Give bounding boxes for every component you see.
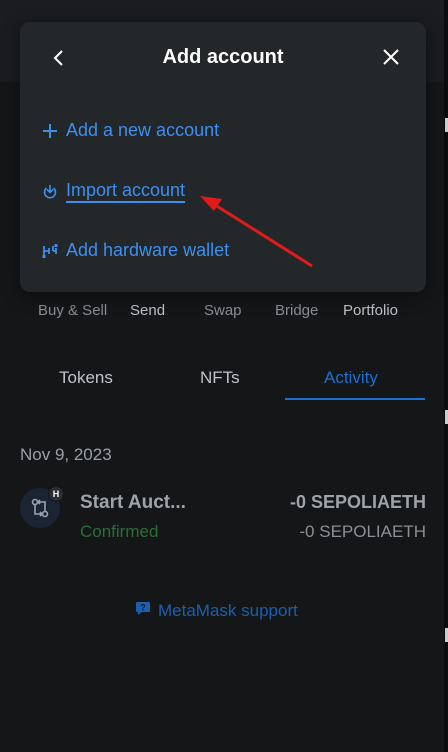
add-hardware-wallet-option[interactable]: Add hardware wallet bbox=[40, 240, 229, 261]
swap-label: Swap bbox=[204, 302, 242, 319]
close-icon bbox=[383, 49, 399, 65]
close-button[interactable] bbox=[378, 44, 404, 70]
send-button[interactable]: Send bbox=[129, 272, 166, 319]
svg-text:?: ? bbox=[140, 603, 146, 613]
hardware-wallet-icon bbox=[40, 241, 60, 261]
transaction-status: Confirmed bbox=[80, 522, 159, 541]
tab-tokens[interactable]: Tokens bbox=[59, 368, 113, 388]
tab-activity[interactable]: Activity bbox=[324, 368, 378, 388]
portfolio-button[interactable]: Portfolio bbox=[343, 272, 399, 319]
transaction-title: Start Auct... bbox=[80, 492, 186, 513]
add-account-modal: Add account Add a new account Import acc… bbox=[20, 22, 426, 292]
portfolio-label: Portfolio bbox=[343, 302, 399, 319]
bridge-label: Bridge bbox=[275, 302, 319, 319]
swap-button[interactable]: Swap bbox=[204, 272, 242, 319]
tab-nfts[interactable]: NFTs bbox=[200, 368, 240, 388]
plus-icon bbox=[40, 121, 60, 141]
wallet-page: Buy & Sell Send Swap Bridge Portfolio To… bbox=[0, 0, 448, 752]
import-icon bbox=[40, 181, 60, 201]
buy-sell-button[interactable]: Buy & Sell bbox=[38, 272, 108, 319]
activity-date: Nov 9, 2023 bbox=[20, 445, 112, 464]
modal-title: Add account bbox=[162, 46, 284, 68]
buy-sell-label: Buy & Sell bbox=[38, 302, 108, 319]
transaction-fiat-amount: -0 SEPOLIAETH bbox=[299, 522, 426, 541]
metamask-support-link[interactable]: ? MetaMask support bbox=[134, 599, 298, 622]
add-new-account-option[interactable]: Add a new account bbox=[40, 120, 219, 141]
import-account-label: Import account bbox=[66, 180, 186, 200]
network-badge: H bbox=[48, 486, 64, 502]
support-label: MetaMask support bbox=[158, 600, 298, 620]
support-chat-icon: ? bbox=[134, 599, 152, 622]
add-hardware-wallet-label: Add hardware wallet bbox=[66, 240, 230, 260]
import-account-option[interactable]: Import account bbox=[40, 180, 185, 201]
send-label: Send bbox=[130, 302, 166, 319]
transaction-amount: -0 SEPOLIAETH bbox=[289, 492, 426, 512]
bridge-button[interactable]: Bridge bbox=[275, 272, 319, 319]
add-new-account-label: Add a new account bbox=[66, 120, 220, 140]
active-tab-indicator bbox=[285, 398, 425, 400]
